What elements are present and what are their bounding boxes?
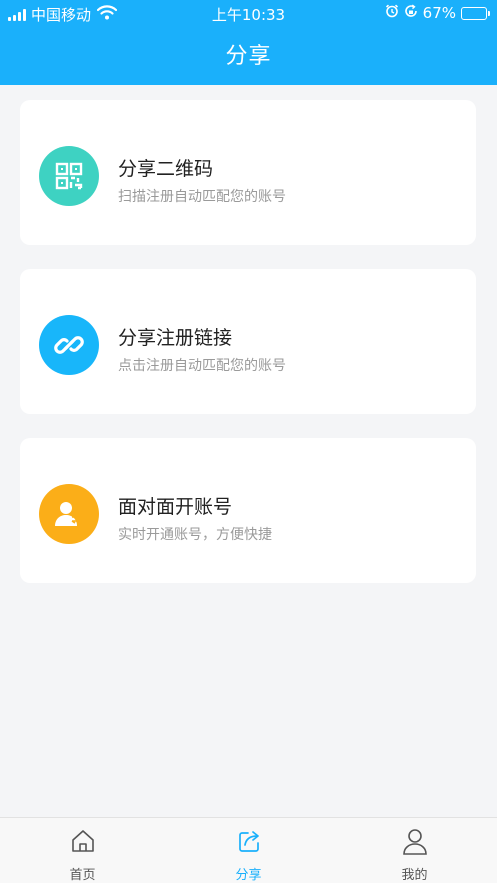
tab-share[interactable]: 分享 <box>166 818 331 883</box>
battery-percent: 67% <box>422 4 456 22</box>
tab-label: 我的 <box>401 868 428 883</box>
tab-mine[interactable]: 我的 <box>332 818 497 883</box>
card-subtitle: 扫描注册自动匹配您的账号 <box>118 189 286 205</box>
card-title: 分享二维码 <box>118 158 214 180</box>
tab-home[interactable]: 首页 <box>0 818 165 883</box>
card-title: 面对面开账号 <box>118 496 233 518</box>
qr-code-icon <box>39 146 99 206</box>
link-icon <box>39 315 99 375</box>
battery-icon <box>461 6 490 20</box>
user-exchange-icon <box>39 484 99 544</box>
share-qr-code-card[interactable]: 分享二维码 扫描注册自动匹配您的账号 <box>20 100 476 245</box>
card-subtitle: 点击注册自动匹配您的账号 <box>118 358 286 374</box>
status-bar: 中国移动 上午10:33 67% <box>0 0 497 28</box>
face-to-face-account-card[interactable]: 面对面开账号 实时开通账号，方便快捷 <box>20 438 476 583</box>
page-title: 分享 <box>225 44 272 69</box>
share-icon <box>238 831 259 852</box>
tab-bar: 首页 分享 我的 <box>0 817 497 883</box>
alarm-icon <box>385 4 399 22</box>
tab-label: 分享 <box>235 868 262 883</box>
share-link-card[interactable]: 分享注册链接 点击注册自动匹配您的账号 <box>20 269 476 414</box>
rotation-lock-icon <box>404 4 418 22</box>
header: 中国移动 上午10:33 67% 分享 <box>0 0 497 85</box>
card-title: 分享注册链接 <box>118 327 233 349</box>
person-icon <box>402 829 427 855</box>
tab-label: 首页 <box>69 868 96 883</box>
card-subtitle: 实时开通账号，方便快捷 <box>118 527 272 543</box>
home-icon <box>71 830 94 852</box>
